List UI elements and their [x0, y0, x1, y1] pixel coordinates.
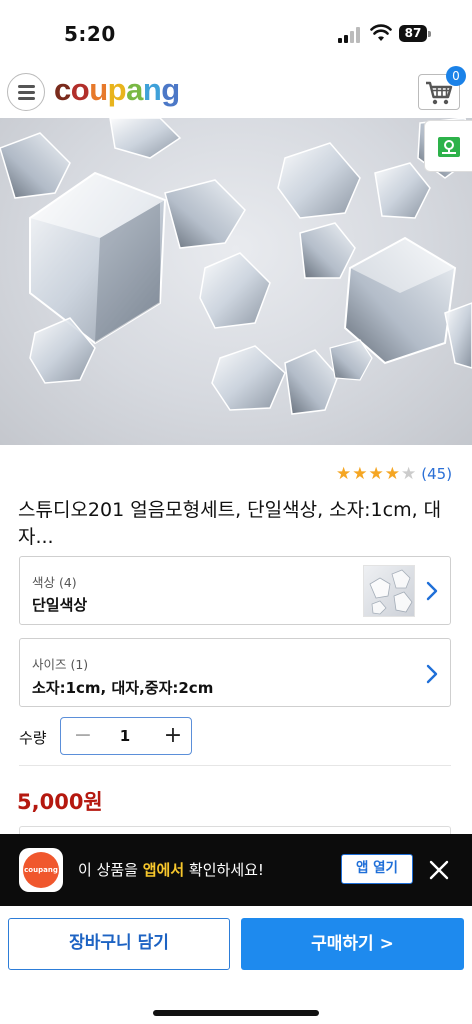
- quantity-stepper: − 1 +: [60, 717, 192, 755]
- app-promo-banner: coupang 이 상품을 앱에서 확인하세요! 앱 열기: [0, 834, 472, 906]
- star-filled-icon: ★: [384, 464, 400, 484]
- wifi-icon: [370, 24, 392, 41]
- star-filled-icon: ★: [336, 464, 352, 484]
- menu-button[interactable]: [7, 73, 45, 111]
- site-header: coupang 0: [0, 66, 472, 118]
- color-option-selector[interactable]: 색상 (4) 단일색상: [19, 556, 451, 625]
- bottom-action-bar: 장바구니 담기 구매하기 >: [0, 906, 472, 1024]
- close-icon[interactable]: [425, 856, 453, 884]
- buy-now-button[interactable]: 구매하기 >: [241, 918, 464, 970]
- coupang-app-icon: coupang: [19, 848, 63, 892]
- option-thumbnail: [363, 565, 415, 617]
- signal-icon: [338, 27, 360, 43]
- quantity-value[interactable]: 1: [105, 722, 145, 750]
- status-time: 5:20: [64, 22, 116, 46]
- home-indicator: [153, 1010, 319, 1016]
- store-pickup-tab[interactable]: [424, 120, 472, 172]
- quantity-label: 수량: [19, 729, 47, 747]
- star-filled-icon: ★: [352, 464, 368, 484]
- battery-level: 87: [399, 25, 427, 42]
- status-bar: 5:20 87: [0, 0, 472, 66]
- chevron-right-icon: [426, 581, 438, 601]
- product-title: 스튜디오201 얼음모형세트, 단일색상, 소자:1cm, 대자...: [18, 499, 442, 548]
- product-image[interactable]: [0, 118, 472, 445]
- battery-indicator: 87: [399, 25, 431, 42]
- star-filled-icon: ★: [368, 464, 384, 484]
- color-option-label: 색상 (4): [32, 575, 77, 590]
- quantity-increase-button[interactable]: +: [159, 722, 187, 750]
- ice-cubes-illustration: [0, 118, 472, 415]
- map-pin-icon: [438, 137, 460, 157]
- product-rating[interactable]: ★ ★ ★ ★ ★ (45): [336, 463, 452, 485]
- open-app-button[interactable]: 앱 열기: [341, 854, 413, 884]
- quantity-decrease-button[interactable]: −: [69, 722, 97, 750]
- chevron-right-icon: [426, 664, 438, 684]
- color-option-value: 단일색상: [32, 596, 88, 614]
- size-option-value: 소자:1cm, 대자,중자:2cm: [32, 679, 214, 697]
- rating-stars: ★ ★ ★ ★ ★: [336, 464, 417, 484]
- review-count[interactable]: (45): [421, 465, 452, 483]
- coupang-logo[interactable]: coupang: [54, 72, 180, 108]
- cart-count-badge: 0: [446, 66, 466, 86]
- size-option-selector[interactable]: 사이즈 (1) 소자:1cm, 대자,중자:2cm: [19, 638, 451, 707]
- size-option-label: 사이즈 (1): [32, 657, 89, 672]
- menu-icon: [18, 85, 35, 88]
- add-to-cart-button[interactable]: 장바구니 담기: [8, 918, 230, 970]
- divider: [19, 765, 451, 766]
- star-empty-icon: ★: [401, 464, 417, 484]
- app-promo-message: 이 상품을 앱에서 확인하세요!: [78, 861, 264, 879]
- product-price: 5,000원: [17, 790, 103, 814]
